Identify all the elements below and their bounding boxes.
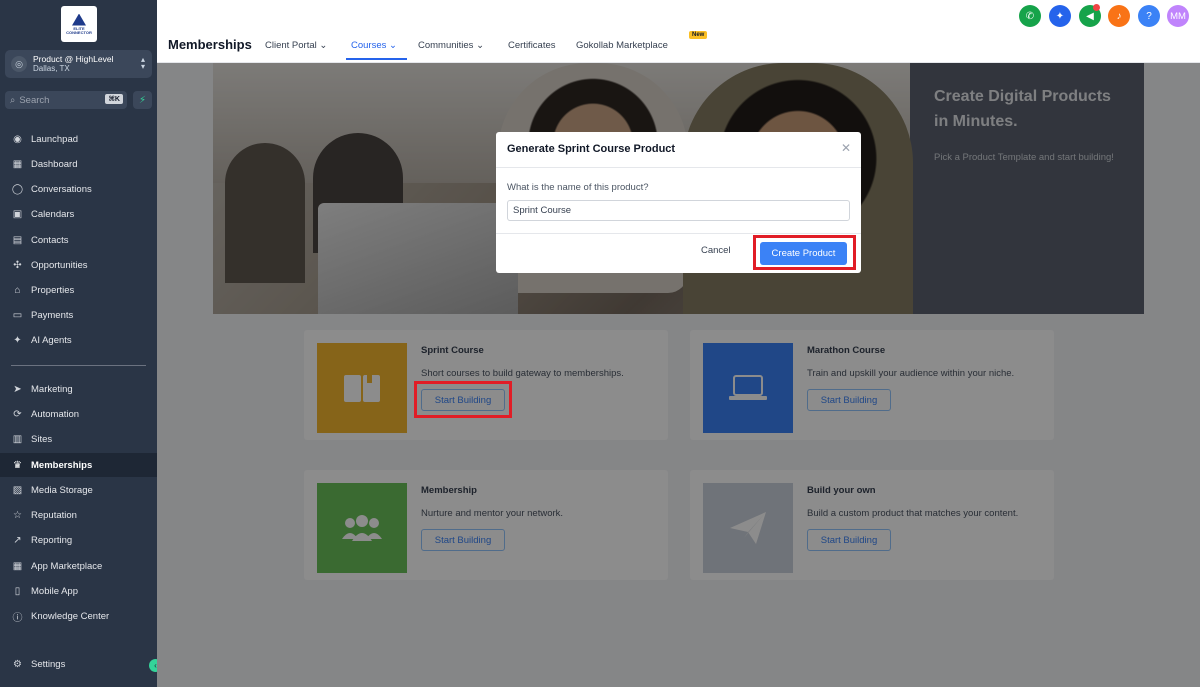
- search-input[interactable]: ⌕ Search ⌘K: [5, 91, 127, 109]
- chat-icon: ◯: [11, 183, 24, 195]
- modal-title: Generate Sprint Course Product: [507, 143, 676, 155]
- quick-action-button[interactable]: ⚡: [133, 91, 152, 109]
- award-icon: ♛: [13, 459, 22, 471]
- cancel-button[interactable]: Cancel: [701, 245, 731, 256]
- product-name-input[interactable]: [507, 200, 850, 221]
- chevron-down-icon: ⌄: [319, 40, 328, 51]
- user-avatar[interactable]: MM: [1167, 5, 1189, 27]
- sidebar-item-media-storage[interactable]: ▨ Media Storage: [0, 478, 157, 502]
- opportunities-icon: ✣: [13, 259, 22, 271]
- top-header: Memberships Client Portal ⌄ Courses ⌄ Co…: [157, 0, 1200, 63]
- info-icon: ⓘ: [12, 612, 23, 624]
- ai-assistant-button[interactable]: ✦: [1049, 5, 1071, 27]
- tab-certificates[interactable]: Certificates: [508, 40, 556, 51]
- bolt-icon: ⚡: [138, 94, 147, 106]
- sidebar-item-settings[interactable]: ⚙ Settings: [0, 652, 157, 676]
- page-title: Memberships: [168, 37, 252, 52]
- sidebar-item-reporting[interactable]: ↗ Reporting: [0, 528, 157, 552]
- sidebar-item-app-marketplace[interactable]: ▦ App Marketplace: [0, 554, 157, 578]
- start-building-highlight: [414, 381, 512, 418]
- account-name: Product @ HighLevel: [33, 54, 114, 64]
- sidebar-item-mobile-app[interactable]: ▯ Mobile App: [0, 579, 157, 603]
- chevron-down-icon: ⌄: [476, 40, 485, 51]
- sidebar-item-contacts[interactable]: ▤ Contacts: [0, 228, 157, 252]
- sidebar-item-ai-agents[interactable]: ✦ AI Agents: [0, 328, 157, 352]
- launchpad-icon: ◉: [13, 133, 22, 145]
- chevron-down-icon: ⌄: [389, 40, 397, 51]
- sidebar-item-conversations[interactable]: ◯ Conversations: [0, 177, 157, 201]
- sidebar-item-memberships[interactable]: ♛ Memberships: [0, 453, 157, 477]
- send-icon: ➤: [13, 383, 22, 395]
- sparkle-icon: ✦: [13, 334, 22, 346]
- automation-icon: ⟳: [13, 408, 22, 420]
- search-shortcut: ⌘K: [105, 94, 123, 104]
- phone-call-button[interactable]: ✆: [1019, 5, 1041, 27]
- tab-gokollab-marketplace[interactable]: Gokollab Marketplace: [576, 40, 668, 51]
- sidebar-item-payments[interactable]: ▭ Payments: [0, 303, 157, 327]
- megaphone-icon: ◀: [1086, 10, 1094, 22]
- sidebar-item-calendars[interactable]: ▣ Calendars: [0, 202, 157, 226]
- account-location: Dallas, TX: [33, 64, 70, 73]
- product-name-label: What is the name of this product?: [507, 182, 649, 193]
- phone-icon: ▯: [14, 585, 21, 597]
- sidebar-item-marketing[interactable]: ➤ Marketing: [0, 377, 157, 401]
- sidebar-item-sites[interactable]: ▥ Sites: [0, 427, 157, 451]
- sparkle-icon: ✦: [1055, 10, 1065, 22]
- gear-icon: ⚙: [13, 658, 22, 670]
- tab-client-portal[interactable]: Client Portal ⌄: [265, 40, 327, 51]
- star-icon: ☆: [13, 509, 22, 521]
- sites-icon: ▥: [12, 433, 23, 445]
- help-button[interactable]: ?: [1138, 5, 1160, 27]
- sidebar-item-launchpad[interactable]: ◉ Launchpad: [0, 127, 157, 151]
- company-logo[interactable]: ELITE CONNECTOR: [61, 6, 97, 42]
- help-icon: ?: [1146, 10, 1152, 22]
- calendar-icon: ▣: [12, 208, 23, 220]
- search-icon: ⌕: [10, 94, 16, 106]
- active-tab-indicator: [346, 58, 407, 60]
- new-badge: New: [689, 31, 708, 39]
- contacts-icon: ▤: [12, 234, 23, 246]
- create-product-highlight: [753, 235, 856, 270]
- tab-courses[interactable]: Courses ⌄: [351, 40, 397, 51]
- phone-icon: ✆: [1025, 10, 1035, 22]
- chevron-updown-icon: ▴ ▾: [140, 55, 145, 71]
- grid-icon: ▦: [12, 560, 23, 572]
- home-icon: ⌂: [14, 284, 21, 296]
- sidebar: ELITE CONNECTOR ◎ Product @ HighLevel Da…: [0, 0, 162, 687]
- tab-communities[interactable]: Communities ⌄: [418, 40, 484, 51]
- sidebar-item-dashboard[interactable]: ▦ Dashboard: [0, 152, 157, 176]
- notifications-button[interactable]: ♪: [1108, 5, 1130, 27]
- account-switcher[interactable]: ◎ Product @ HighLevel Dallas, TX ▴ ▾: [5, 50, 152, 78]
- sidebar-item-automation[interactable]: ⟳ Automation: [0, 402, 157, 426]
- trend-icon: ↗: [13, 534, 22, 546]
- sidebar-divider: [11, 365, 146, 366]
- sidebar-item-knowledge-center[interactable]: ⓘ Knowledge Center: [0, 604, 157, 628]
- sidebar-item-reputation[interactable]: ☆ Reputation: [0, 503, 157, 527]
- dashboard-icon: ▦: [12, 158, 23, 170]
- image-icon: ▨: [12, 484, 23, 496]
- bell-icon: ♪: [1116, 10, 1122, 22]
- location-icon: ◎: [11, 56, 27, 72]
- close-icon[interactable]: ✕: [841, 141, 851, 155]
- sidebar-item-properties[interactable]: ⌂ Properties: [0, 278, 157, 302]
- notification-dot: [1093, 4, 1100, 11]
- payments-icon: ▭: [12, 309, 23, 321]
- sidebar-item-opportunities[interactable]: ✣ Opportunities: [0, 253, 157, 277]
